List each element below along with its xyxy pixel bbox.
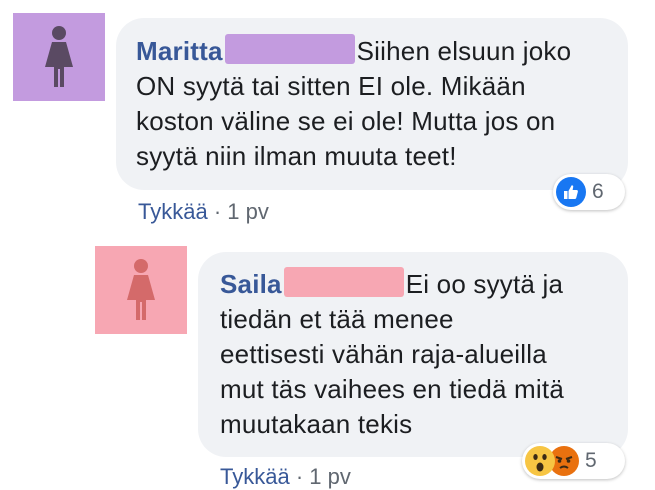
comment-line: Ei oo syytä ja <box>405 269 564 299</box>
comment-line: eettisesti vähän raja-alueilla <box>220 339 547 369</box>
like-icon <box>556 177 586 207</box>
comment-author[interactable]: Saila <box>220 269 282 299</box>
comment-author[interactable]: Maritta <box>136 36 223 66</box>
redacted-name <box>283 267 404 297</box>
timestamp[interactable]: 1 pv <box>227 199 269 224</box>
reaction-summary[interactable]: 5 <box>522 443 625 479</box>
reaction-summary[interactable]: 6 <box>553 174 625 210</box>
female-user-icon <box>45 26 73 87</box>
separator: · <box>213 199 222 224</box>
comment-line: tiedän et tää menee <box>220 304 454 334</box>
like-link[interactable]: Tykkää <box>220 464 290 489</box>
comment-line: Siihen elsuun joko <box>356 36 572 66</box>
avatar[interactable] <box>95 246 187 334</box>
reaction-count: 6 <box>592 180 604 203</box>
comment-text: Saila Ei oo syytä ja tiedän et tää menee … <box>220 267 564 442</box>
reaction-count: 5 <box>585 449 597 472</box>
timestamp[interactable]: 1 pv <box>309 464 351 489</box>
comment-line: koston väline se ei ole! Mutta jos on <box>136 106 556 136</box>
comment-actions: Tykkää · 1 pv <box>220 464 351 490</box>
comment-line: mut täs vaihees en tiedä mitä <box>220 374 564 404</box>
separator: · <box>295 464 304 489</box>
comment-line: syytä niin ilman muuta teet! <box>136 141 457 171</box>
female-user-icon <box>127 259 155 320</box>
comment-text: Maritta Siihen elsuun joko ON syytä tai s… <box>136 34 571 174</box>
comment-line: ON syytä tai sitten EI ole. Mikään <box>136 71 526 101</box>
redacted-name <box>224 34 355 64</box>
comment-actions: Tykkää · 1 pv <box>138 199 269 225</box>
like-link[interactable]: Tykkää <box>138 199 208 224</box>
wow-icon <box>525 446 555 476</box>
avatar[interactable] <box>13 13 105 101</box>
comment-line: muutakaan tekis <box>220 409 413 439</box>
